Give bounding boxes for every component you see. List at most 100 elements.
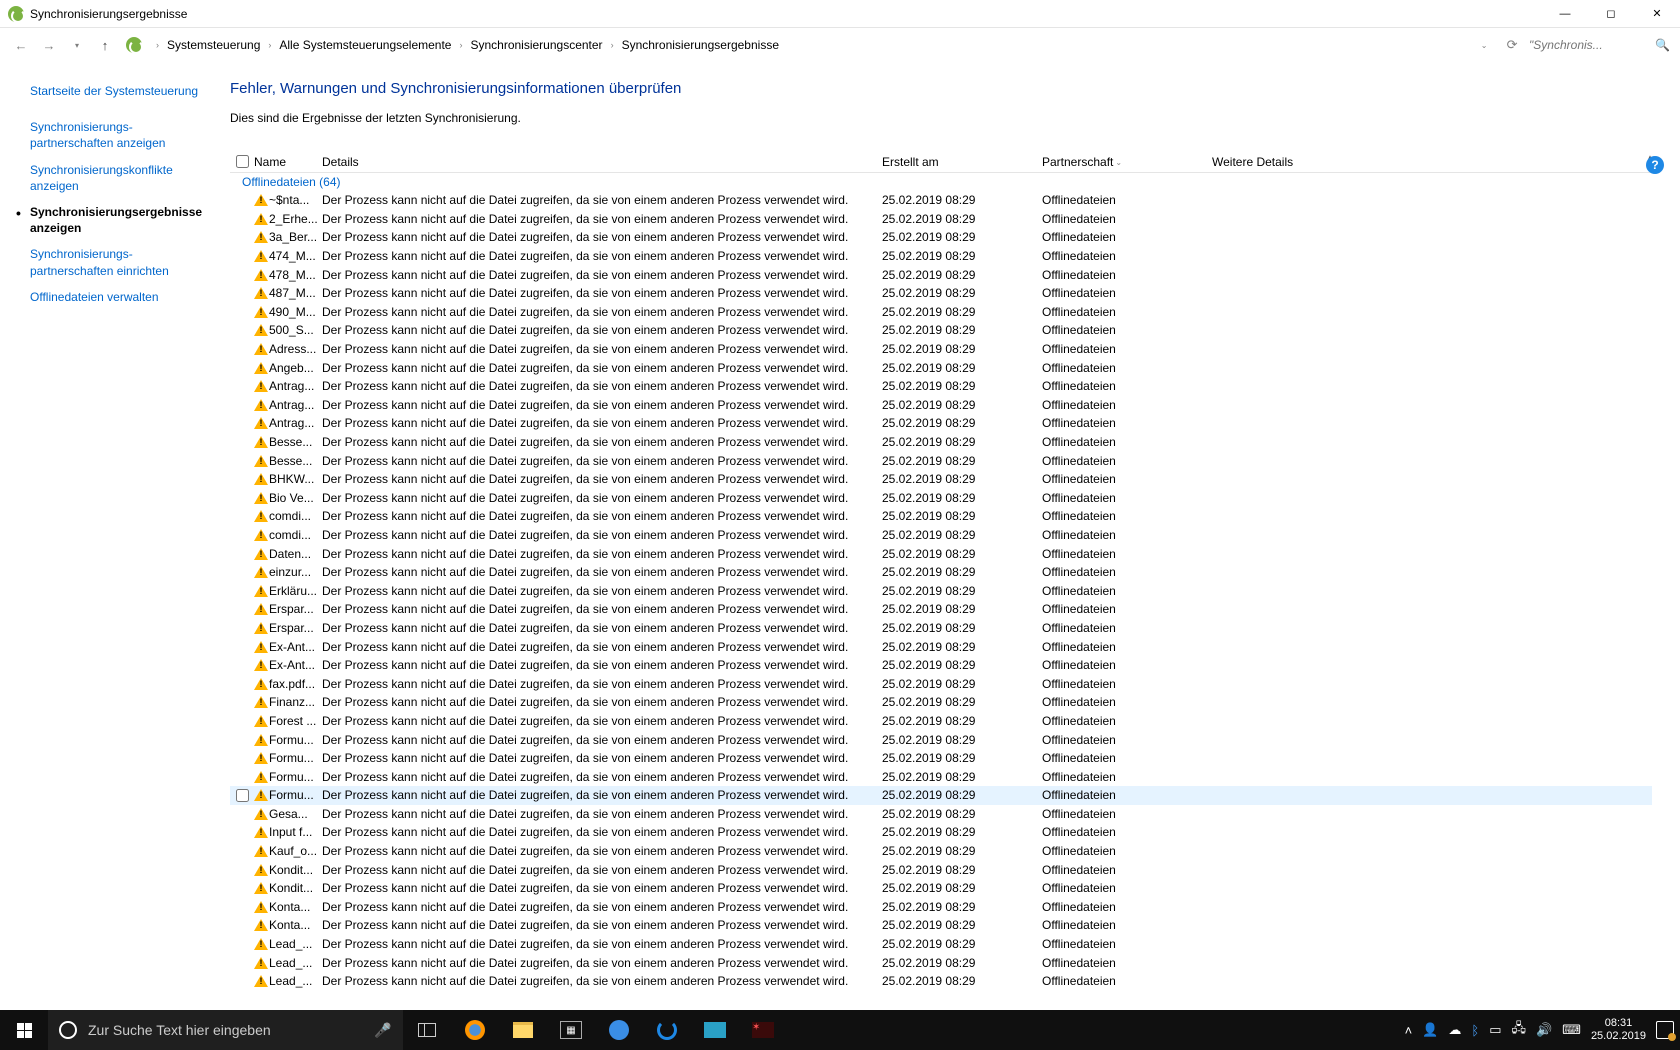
taskbar-app-running2[interactable]: ✶ bbox=[739, 1010, 787, 1050]
table-row[interactable]: Formu...Der Prozess kann nicht auf die D… bbox=[230, 749, 1652, 768]
task-view-button[interactable] bbox=[403, 1010, 451, 1050]
col-name[interactable]: Name bbox=[254, 155, 322, 169]
taskbar-app-edge[interactable] bbox=[595, 1010, 643, 1050]
start-button[interactable] bbox=[0, 1010, 48, 1050]
sidebar-item[interactable]: Synchronisierungskonflikte anzeigen bbox=[30, 157, 200, 199]
table-row[interactable]: 500_S...Der Prozess kann nicht auf die D… bbox=[230, 321, 1652, 340]
col-partner[interactable]: Partnerschaft⌄ bbox=[1042, 155, 1212, 169]
table-row[interactable]: 3a_Ber...Der Prozess kann nicht auf die … bbox=[230, 228, 1652, 247]
col-more[interactable]: Weitere Details bbox=[1212, 155, 1293, 169]
sidebar-home[interactable]: Startseite der Systemsteuerung bbox=[30, 78, 200, 104]
forward-button[interactable]: → bbox=[38, 34, 60, 56]
taskbar-app-calculator[interactable]: ▦ bbox=[547, 1010, 595, 1050]
up-button[interactable]: ↑ bbox=[94, 34, 116, 56]
sidebar-item[interactable]: Synchronisierungsergebnisse anzeigen bbox=[30, 199, 200, 241]
table-row[interactable]: Adress...Der Prozess kann nicht auf die … bbox=[230, 340, 1652, 359]
table-row[interactable]: comdi...Der Prozess kann nicht auf die D… bbox=[230, 507, 1652, 526]
row-checkbox[interactable] bbox=[236, 789, 249, 802]
breadcrumb-item[interactable]: Synchronisierungsergebnisse bbox=[622, 38, 779, 52]
table-row[interactable]: einzur...Der Prozess kann nicht auf die … bbox=[230, 563, 1652, 582]
table-row[interactable]: Kondit...Der Prozess kann nicht auf die … bbox=[230, 879, 1652, 898]
table-row[interactable]: Gesa...Der Prozess kann nicht auf die Da… bbox=[230, 805, 1652, 824]
table-row[interactable]: Finanz...Der Prozess kann nicht auf die … bbox=[230, 693, 1652, 712]
table-row[interactable]: Kauf_o...Der Prozess kann nicht auf die … bbox=[230, 842, 1652, 861]
close-button[interactable]: ✕ bbox=[1634, 0, 1680, 28]
minimize-button[interactable]: — bbox=[1542, 0, 1588, 28]
table-row[interactable]: Formu...Der Prozess kann nicht auf die D… bbox=[230, 786, 1652, 805]
sidebar-item[interactable]: Synchronisierungs- partnerschaften einri… bbox=[30, 241, 200, 283]
sidebar-item[interactable]: Synchronisierungs- partnerschaften anzei… bbox=[30, 114, 200, 156]
table-row[interactable]: ~$nta...Der Prozess kann nicht auf die D… bbox=[230, 191, 1652, 210]
table-row[interactable]: Konta...Der Prozess kann nicht auf die D… bbox=[230, 916, 1652, 935]
table-row[interactable]: Antrag...Der Prozess kann nicht auf die … bbox=[230, 377, 1652, 396]
search-input[interactable] bbox=[1529, 34, 1649, 56]
select-all-checkbox[interactable] bbox=[236, 155, 249, 168]
table-row[interactable]: Daten...Der Prozess kann nicht auf die D… bbox=[230, 544, 1652, 563]
tray-onedrive-icon[interactable]: ☁ bbox=[1448, 1022, 1461, 1038]
table-row[interactable]: 478_M...Der Prozess kann nicht auf die D… bbox=[230, 265, 1652, 284]
table-row[interactable]: 2_Erhe...Der Prozess kann nicht auf die … bbox=[230, 210, 1652, 229]
table-row[interactable]: Besse...Der Prozess kann nicht auf die D… bbox=[230, 433, 1652, 452]
table-row[interactable]: Lead_...Der Prozess kann nicht auf die D… bbox=[230, 972, 1652, 991]
dropdown-button[interactable]: ⌄ bbox=[1473, 34, 1495, 56]
taskbar-app-running1[interactable] bbox=[691, 1010, 739, 1050]
tray-language-icon[interactable]: ⌨ bbox=[1562, 1022, 1581, 1038]
maximize-button[interactable]: ◻ bbox=[1588, 0, 1634, 28]
taskbar-search[interactable]: Zur Suche Text hier eingeben 🎤 bbox=[48, 1010, 403, 1050]
table-row[interactable]: comdi...Der Prozess kann nicht auf die D… bbox=[230, 526, 1652, 545]
breadcrumb-item[interactable]: Systemsteuerung bbox=[167, 38, 260, 52]
tray-volume-icon[interactable]: 🔊 bbox=[1536, 1022, 1552, 1038]
col-created[interactable]: Erstellt am bbox=[882, 155, 1042, 169]
refresh-button[interactable]: ⟳ bbox=[1501, 34, 1523, 56]
col-details[interactable]: Details bbox=[322, 155, 882, 169]
warning-icon bbox=[254, 193, 268, 207]
table-row[interactable]: Bio Ve...Der Prozess kann nicht auf die … bbox=[230, 489, 1652, 508]
taskbar-app-sync[interactable] bbox=[643, 1010, 691, 1050]
table-row[interactable]: 474_M...Der Prozess kann nicht auf die D… bbox=[230, 247, 1652, 266]
table-row[interactable]: Formu...Der Prozess kann nicht auf die D… bbox=[230, 730, 1652, 749]
recent-dropdown[interactable]: ▾ bbox=[66, 34, 88, 56]
table-row[interactable]: Antrag...Der Prozess kann nicht auf die … bbox=[230, 414, 1652, 433]
table-row[interactable]: BHKW...Der Prozess kann nicht auf die Da… bbox=[230, 470, 1652, 489]
tray-bluetooth-icon[interactable]: ᛒ bbox=[1471, 1023, 1479, 1038]
tray-people-icon[interactable]: 👤 bbox=[1422, 1022, 1438, 1038]
breadcrumb[interactable]: › Systemsteuerung › Alle Systemsteuerung… bbox=[152, 38, 779, 52]
row-name: Erspar... bbox=[269, 621, 314, 635]
tray-security-icon[interactable]: ▭ bbox=[1489, 1022, 1501, 1038]
search-icon[interactable]: 🔍 bbox=[1655, 38, 1670, 52]
tray-network-icon[interactable]: 🖧 bbox=[1511, 1019, 1526, 1041]
table-row[interactable]: Angeb...Der Prozess kann nicht auf die D… bbox=[230, 358, 1652, 377]
table-row[interactable]: Ex-Ant...Der Prozess kann nicht auf die … bbox=[230, 637, 1652, 656]
tray-chevron-up-icon[interactable]: ˄ bbox=[1405, 1023, 1413, 1038]
tray-notifications-icon[interactable] bbox=[1656, 1021, 1674, 1039]
help-button[interactable]: ? bbox=[1646, 156, 1664, 174]
back-button[interactable]: ← bbox=[10, 34, 32, 56]
table-row[interactable]: Erkläru...Der Prozess kann nicht auf die… bbox=[230, 581, 1652, 600]
table-row[interactable]: Erspar...Der Prozess kann nicht auf die … bbox=[230, 619, 1652, 638]
table-row[interactable]: Lead_...Der Prozess kann nicht auf die D… bbox=[230, 935, 1652, 954]
table-row[interactable]: Formu...Der Prozess kann nicht auf die D… bbox=[230, 767, 1652, 786]
table-row[interactable]: Kondit...Der Prozess kann nicht auf die … bbox=[230, 860, 1652, 879]
row-name: Ex-Ant... bbox=[269, 658, 315, 672]
table-row[interactable]: Ex-Ant...Der Prozess kann nicht auf die … bbox=[230, 656, 1652, 675]
breadcrumb-item[interactable]: Synchronisierungscenter bbox=[470, 38, 602, 52]
table-row[interactable]: Input f...Der Prozess kann nicht auf die… bbox=[230, 823, 1652, 842]
tray-clock[interactable]: 08:31 25.02.2019 bbox=[1591, 1017, 1646, 1042]
table-row[interactable]: fax.pdf...Der Prozess kann nicht auf die… bbox=[230, 674, 1652, 693]
table-row[interactable]: Forest ...Der Prozess kann nicht auf die… bbox=[230, 712, 1652, 731]
table-row[interactable]: 487_M...Der Prozess kann nicht auf die D… bbox=[230, 284, 1652, 303]
taskbar-app-explorer[interactable] bbox=[499, 1010, 547, 1050]
row-partner: Offlinedateien bbox=[1042, 584, 1212, 598]
table-row[interactable]: Konta...Der Prozess kann nicht auf die D… bbox=[230, 898, 1652, 917]
table-row[interactable]: Antrag...Der Prozess kann nicht auf die … bbox=[230, 396, 1652, 415]
mic-icon[interactable]: 🎤 bbox=[363, 1022, 403, 1039]
table-row[interactable]: Besse...Der Prozess kann nicht auf die D… bbox=[230, 451, 1652, 470]
table-row[interactable]: Lead_...Der Prozess kann nicht auf die D… bbox=[230, 953, 1652, 972]
group-header[interactable]: Offlinedateien (64) bbox=[230, 173, 1652, 191]
sidebar-item[interactable]: Offlinedateien verwalten bbox=[30, 284, 200, 310]
row-partner: Offlinedateien bbox=[1042, 751, 1212, 765]
taskbar-app-firefox[interactable] bbox=[451, 1010, 499, 1050]
breadcrumb-item[interactable]: Alle Systemsteuerungselemente bbox=[279, 38, 451, 52]
table-row[interactable]: 490_M...Der Prozess kann nicht auf die D… bbox=[230, 303, 1652, 322]
table-row[interactable]: Erspar...Der Prozess kann nicht auf die … bbox=[230, 600, 1652, 619]
